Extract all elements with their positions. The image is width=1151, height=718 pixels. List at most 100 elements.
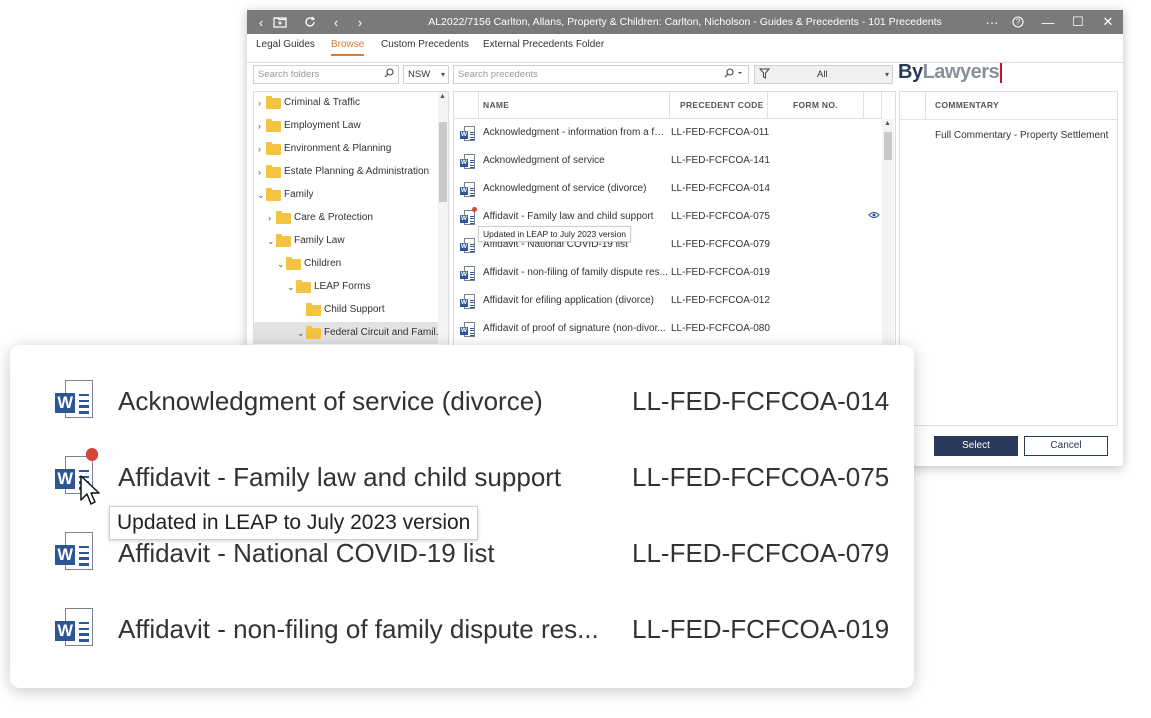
code-column-header[interactable]: PRECEDENT CODE [670, 92, 768, 119]
scroll-up-icon[interactable]: ▲ [439, 93, 446, 100]
folder-open-icon[interactable] [269, 10, 291, 34]
chevron-down-icon: ▾ [440, 70, 445, 79]
precedent-code: LL-FED-FCFCOA-012 [671, 295, 770, 306]
tree-item-family-law[interactable]: ⌄ Family Law [254, 230, 438, 252]
maximize-icon[interactable]: ☐ [1067, 10, 1089, 34]
chevron-right-icon[interactable]: › [258, 115, 261, 137]
precedent-row[interactable]: W Affidavit - non-filing of family disput… [454, 259, 882, 287]
tree-item-label: Federal Circuit and Famil... [324, 327, 438, 338]
filter-icon [758, 68, 771, 85]
precedent-name: Acknowledgment - information from a fa..… [483, 127, 668, 138]
chevron-right-icon[interactable]: › [258, 138, 261, 160]
tree-item-employment-law[interactable]: › Employment Law [254, 115, 438, 137]
state-select-value: NSW [408, 69, 431, 80]
folder-icon [266, 165, 281, 178]
tab-custom-precedents[interactable]: Custom Precedents [381, 39, 469, 54]
update-indicator-dot [472, 207, 477, 212]
mouse-cursor-icon [80, 475, 100, 505]
form-column-header[interactable]: FORM NO. [768, 92, 864, 119]
precedent-name: Affidavit - non-filing of family dispute… [483, 267, 668, 278]
tree-scrollbar[interactable]: ▲ [438, 92, 448, 350]
svg-text:?: ? [1016, 18, 1021, 27]
chevron-down-icon[interactable]: ⌄ [277, 253, 285, 275]
tree-item-care-protection[interactable]: › Care & Protection [254, 207, 438, 229]
chevron-right-icon[interactable]: › [258, 161, 261, 183]
word-document-icon: W [460, 266, 476, 282]
word-document-icon: W [460, 322, 476, 338]
chevron-down-icon[interactable]: ⌄ [257, 184, 265, 206]
precedent-name: Affidavit for efiling application (divor… [483, 295, 655, 306]
precedent-code: LL-FED-FCFCOA-075 [671, 211, 770, 222]
precedent-row[interactable]: W Affidavit of proof of signature (non-di… [454, 315, 882, 343]
folder-icon [286, 257, 301, 270]
precedents-grid: NAME PRECEDENT CODE FORM NO. W Acknowledg… [453, 91, 896, 351]
precedent-code: LL-FED-FCFCOA-014 [671, 183, 770, 194]
precedent-row[interactable]: W Affidavit for efiling application (divo… [454, 287, 882, 315]
precedent-row[interactable]: W Acknowledgment - information from a fa.… [454, 119, 882, 147]
zoomed-precedent-row[interactable]: W Acknowledgment of service (divorce) LL-F… [10, 363, 914, 439]
tree-item-children[interactable]: ⌄ Children [254, 253, 438, 275]
grid-scrollbar[interactable]: ▲ [882, 119, 894, 350]
precedent-name: Acknowledgment of service (divorce) [118, 386, 543, 416]
zoomed-precedent-row[interactable]: W Affidavit - Family law and child suppor… [10, 439, 914, 515]
tree-item-environment-planning[interactable]: › Environment & Planning [254, 138, 438, 160]
cancel-button[interactable]: Cancel [1024, 436, 1108, 456]
filter-select[interactable]: All ▾ [754, 65, 893, 84]
commentary-header-label: COMMENTARY [935, 100, 999, 110]
tree-item-family[interactable]: ⌄ Family [254, 184, 438, 206]
search-options-icon[interactable] [724, 67, 744, 84]
tree-item-leap-forms[interactable]: ⌄ LEAP Forms [254, 276, 438, 298]
zoomed-precedent-row[interactable]: W Affidavit - non-filing of family disput… [10, 591, 914, 667]
tree-item-label: Family Law [294, 235, 345, 246]
search-icon[interactable] [384, 67, 394, 84]
tree-item-criminal-traffic[interactable]: › Criminal & Traffic [254, 92, 438, 114]
close-icon[interactable]: ✕ [1097, 10, 1119, 34]
history-back-icon[interactable]: ‹ [325, 10, 347, 34]
scroll-up-icon[interactable]: ▲ [884, 120, 891, 127]
icon-column-header [454, 92, 479, 119]
word-document-icon: W [55, 380, 96, 421]
tab-bar: Legal Guides Browse Custom Precedents Ex… [247, 34, 1123, 63]
help-icon[interactable]: ? [1007, 10, 1029, 34]
tab-legal-guides[interactable]: Legal Guides [256, 39, 315, 54]
tree-item-estate-planning[interactable]: › Estate Planning & Administration [254, 161, 438, 183]
precedent-code: LL-FED-FCFCOA-019 [671, 267, 770, 278]
refresh-icon[interactable] [299, 10, 321, 34]
preview-eye-icon[interactable] [868, 211, 880, 222]
tab-browse[interactable]: Browse [331, 39, 365, 56]
commentary-header: COMMENTARY [900, 92, 1117, 120]
chevron-right-icon[interactable]: › [268, 207, 271, 229]
precedent-code: LL-FED-FCFCOA-075 [632, 462, 890, 492]
precedent-name: Affidavit - non-filing of family dispute… [118, 614, 599, 644]
commentary-item[interactable]: Full Commentary - Property Settlement [935, 130, 1108, 141]
tree-item-label: Employment Law [284, 120, 361, 131]
tree-item-label: LEAP Forms [314, 281, 371, 292]
search-precedents-input[interactable]: Search precedents [453, 65, 749, 84]
tab-external-precedents-folder[interactable]: External Precedents Folder [483, 39, 604, 54]
precedent-row[interactable]: W Acknowledgment of service LL-FED-FCFCOA-… [454, 147, 882, 175]
word-document-updated-icon: W [460, 207, 477, 226]
tree-item-child-support[interactable]: Child Support [254, 299, 438, 321]
select-button[interactable]: Select [934, 436, 1018, 456]
precedent-name: Affidavit - Family law and child support [118, 462, 562, 492]
folder-icon [266, 96, 281, 109]
chevron-down-icon[interactable]: ⌄ [287, 276, 295, 298]
minimize-icon[interactable]: — [1037, 10, 1059, 34]
search-folders-placeholder: Search folders [258, 69, 320, 80]
more-options-icon[interactable]: ··· [981, 10, 1003, 34]
grid-scroll-thumb[interactable] [884, 132, 892, 160]
search-folders-input[interactable]: Search folders [253, 65, 399, 84]
name-column-header[interactable]: NAME [479, 92, 670, 119]
state-select[interactable]: NSW ▾ [403, 65, 449, 84]
search-precedents-placeholder: Search precedents [458, 69, 538, 80]
chevron-right-icon[interactable]: › [258, 92, 261, 114]
tree-item-federal-circuit[interactable]: ⌄ Federal Circuit and Famil... [254, 322, 438, 344]
folder-tree: › Criminal & Traffic › Employment Law › … [253, 91, 449, 351]
precedent-row[interactable]: W Acknowledgment of service (divorce) LL-F… [454, 175, 882, 203]
chevron-down-icon[interactable]: ⌄ [297, 322, 305, 344]
zoom-panel: W Acknowledgment of service (divorce) LL-F… [10, 345, 914, 688]
chevron-down-icon[interactable]: ⌄ [267, 230, 275, 252]
chevron-down-icon: ▾ [884, 70, 889, 79]
tree-scroll-thumb[interactable] [439, 122, 447, 202]
history-forward-icon[interactable]: › [349, 10, 371, 34]
